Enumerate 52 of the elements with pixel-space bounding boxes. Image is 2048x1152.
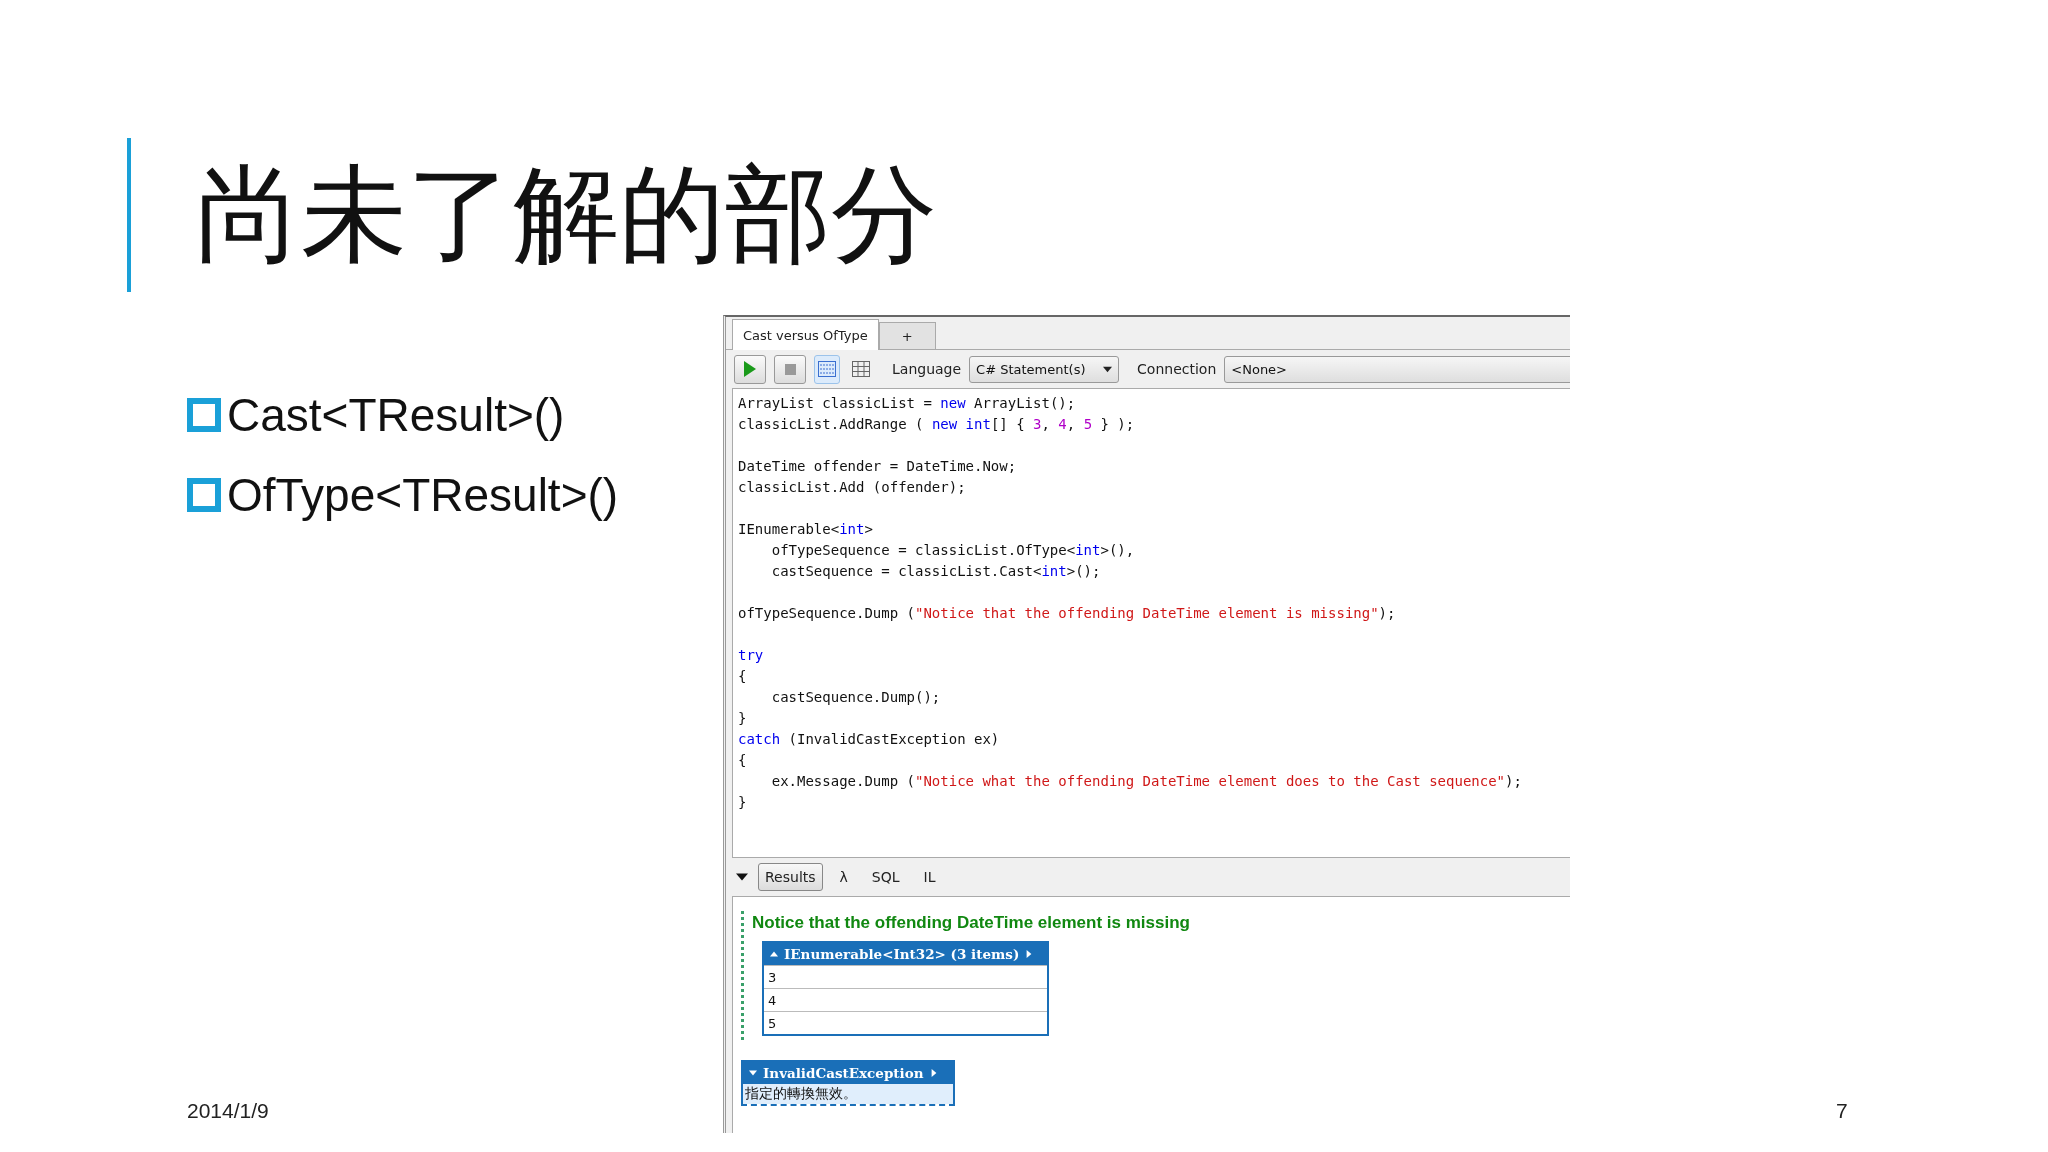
output-heading: Notice that the offending DateTime element is missing <box>752 913 1190 933</box>
stop-button[interactable] <box>774 354 806 384</box>
bullet-text: Cast<TResult>() <box>227 388 565 443</box>
slide-date: 2014/1/9 <box>187 1099 270 1123</box>
expand-arrow-icon[interactable] <box>1025 950 1034 958</box>
bullet-square-icon <box>187 398 221 432</box>
code-line: ArrayList classicList = new ArrayList(); <box>738 394 1076 413</box>
code-line: catch (InvalidCastException ex) <box>738 730 1000 749</box>
expand-arrow-icon[interactable] <box>929 1069 938 1077</box>
table-header: IEnumerable<Int32> (3 items) <box>784 946 1020 962</box>
exception-header: InvalidCastException <box>763 1065 924 1081</box>
bullet-text: OfType<TResult>() <box>227 468 619 523</box>
page-number: 7 <box>1836 1099 1849 1123</box>
code-editor[interactable] <box>732 388 1570 858</box>
code-line: IEnumerable<int> <box>738 520 873 539</box>
code-line: try <box>738 646 764 665</box>
list-icon <box>818 361 836 377</box>
results-tab[interactable]: λ <box>832 863 855 891</box>
code-line: classicList.Add (offender); <box>738 478 966 497</box>
run-button[interactable] <box>734 354 766 384</box>
grid-icon <box>852 361 870 377</box>
collapse-triangle-icon[interactable] <box>736 871 748 883</box>
code-line: } <box>738 793 747 812</box>
code-line: classicList.AddRange ( new int[] { 3, 4, 5 } ); <box>738 415 1135 434</box>
code-line: castSequence = classicList.Cast<int>(); <box>770 562 1101 581</box>
stop-icon <box>784 363 796 375</box>
code-line: ofTypeSequence = classicList.OfType<int>(), <box>770 541 1135 560</box>
list-view-button[interactable] <box>814 354 840 384</box>
bullet-square-icon <box>187 478 221 512</box>
code-line: { <box>738 751 747 770</box>
language-label: Language <box>892 361 962 377</box>
code-line: DateTime offender = DateTime.Now; <box>738 457 1017 476</box>
results-tab[interactable]: Results <box>758 863 823 891</box>
exception-message: 指定的轉換無效。 <box>743 1084 953 1104</box>
connection-select[interactable]: <None> <box>1224 355 1570 383</box>
query-tab[interactable]: + <box>878 322 936 349</box>
code-line: ex.Message.Dump ("Notice what the offending DateTime element does to the Cast sequence"); <box>770 772 1522 791</box>
results-tab[interactable]: IL <box>916 863 943 891</box>
code-line: castSequence.Dump(); <box>770 688 941 707</box>
table-cell: 4 <box>764 988 1047 1011</box>
language-select[interactable]: C# Statement(s) <box>969 355 1120 383</box>
connection-label: Connection <box>1137 361 1217 377</box>
code-line: ofTypeSequence.Dump ("Notice that the offending DateTime element is missing"); <box>738 604 1396 623</box>
table-cell: 3 <box>764 965 1047 988</box>
dropdown-caret-icon[interactable] <box>1103 364 1113 374</box>
table-cell: 5 <box>764 1011 1047 1034</box>
slide-title: 尚未了解的部分 <box>195 155 937 276</box>
code-line: { <box>738 667 747 686</box>
code-line: } <box>738 709 747 728</box>
results-tab[interactable]: SQL <box>864 863 907 891</box>
query-tab[interactable]: Cast versus OfType <box>732 319 879 350</box>
play-icon <box>743 361 757 377</box>
